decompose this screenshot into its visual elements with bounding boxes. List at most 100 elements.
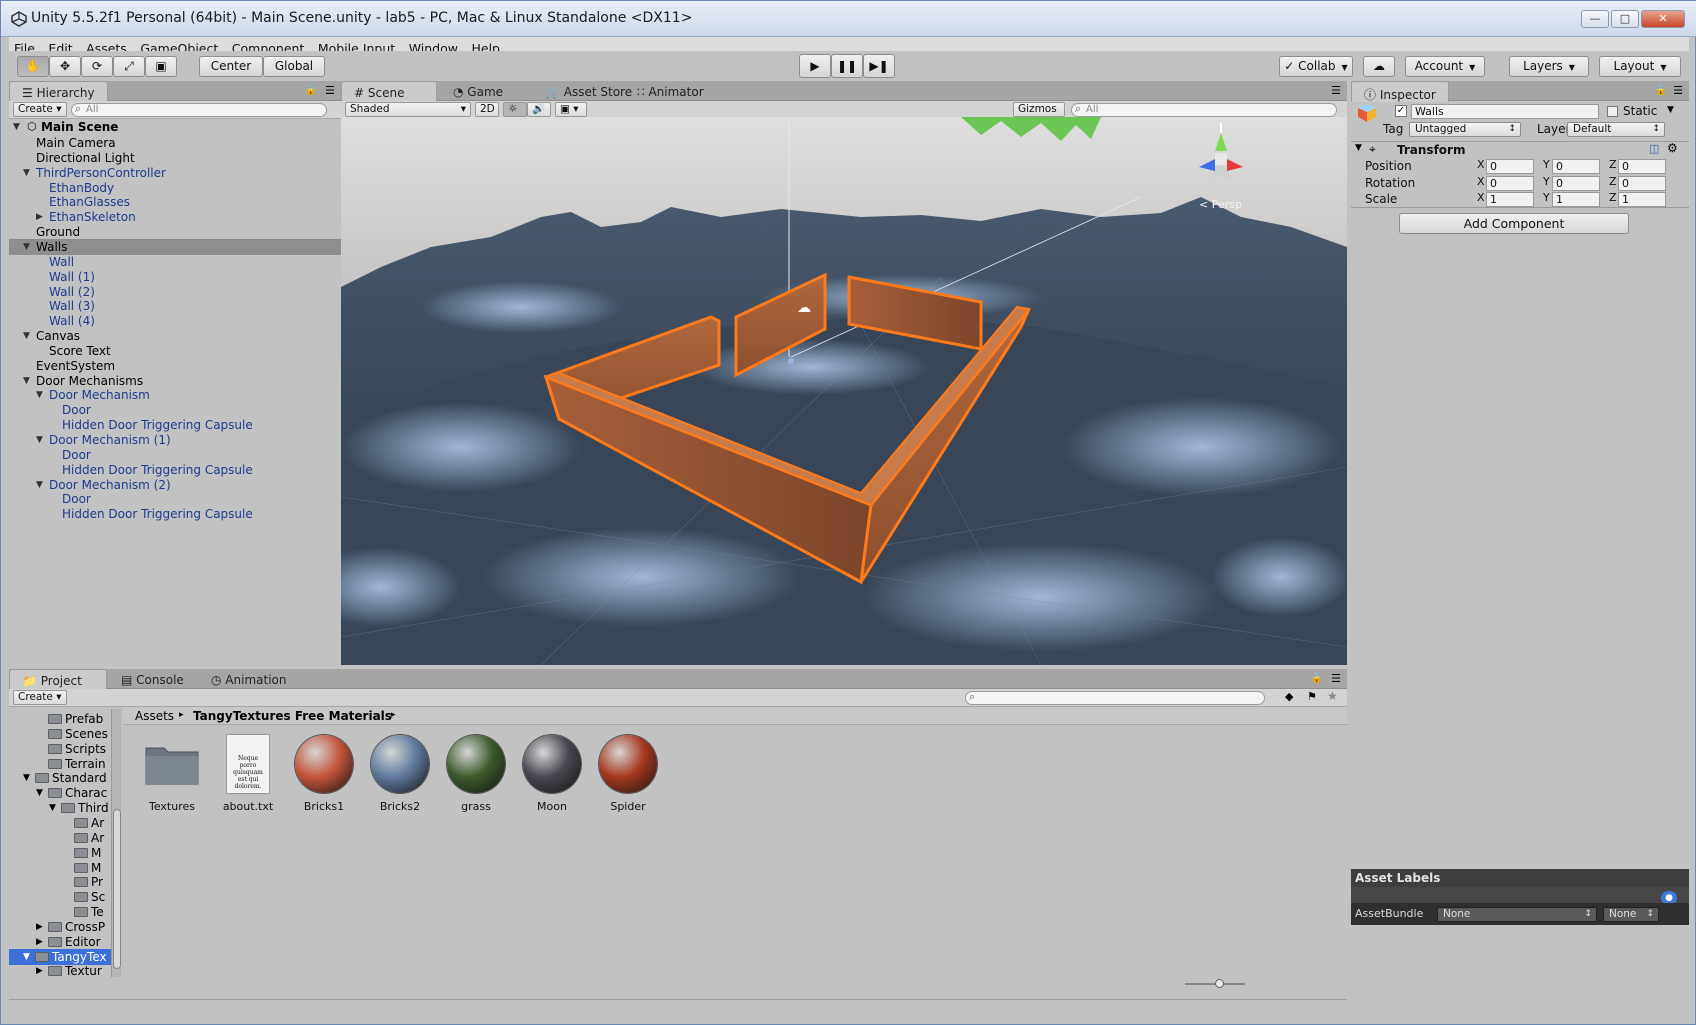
hierarchy-item[interactable]: Score Text (9, 343, 341, 359)
zoom-slider-handle[interactable] (1215, 979, 1224, 988)
collapse-arrow-icon[interactable]: ▶ (36, 963, 43, 979)
layers-dropdown[interactable]: Layers ▼ (1509, 56, 1589, 77)
asset-item[interactable]: Bricks2 (365, 734, 435, 813)
hierarchy-item[interactable]: Main Camera (9, 135, 341, 151)
project-tree-item[interactable]: ▼ Charac (9, 785, 111, 801)
transform-x-field[interactable]: 0 (1486, 159, 1534, 174)
transform-x-field[interactable]: 1 (1486, 192, 1534, 207)
asset-item[interactable]: Neque porro quisquam est qui dolorem. abo… (213, 734, 283, 813)
tag-dropdown[interactable]: Untagged (1409, 122, 1521, 137)
transform-y-field[interactable]: 1 (1552, 192, 1600, 207)
project-tree-item[interactable]: ▼ TangyTex (9, 948, 111, 965)
hierarchy-item[interactable]: ▼ Door Mechanisms (9, 373, 341, 389)
transform-z-field[interactable]: 0 (1618, 175, 1666, 191)
layer-dropdown[interactable]: Default (1567, 122, 1665, 137)
transform-y-field[interactable]: 0 (1552, 175, 1600, 191)
hierarchy-item[interactable]: Door (9, 491, 341, 507)
component-collapse-arrow-icon[interactable]: ▼ (1355, 143, 1362, 153)
expand-arrow-icon[interactable]: ▼ (23, 373, 30, 389)
hierarchy-item[interactable]: EventSystem (9, 358, 341, 374)
audio-toggle[interactable]: 🔊 (527, 102, 551, 117)
hierarchy-item[interactable]: Wall (2) (9, 284, 341, 300)
filter-by-type-icon[interactable]: ◆ (1285, 690, 1293, 703)
tab-animator[interactable]: ∷ Animator (625, 81, 716, 102)
lighting-toggle[interactable]: ☼ (503, 102, 527, 117)
project-tree-item[interactable]: Te (9, 904, 111, 920)
project-tree-item[interactable]: ▶ CrossP (9, 919, 111, 935)
pause-button[interactable]: ❚❚ (831, 54, 863, 78)
zoom-slider[interactable] (1185, 979, 1245, 988)
filter-by-label-icon[interactable]: ⚑ (1307, 690, 1317, 703)
asset-item[interactable]: Bricks1 (289, 734, 359, 813)
hierarchy-item[interactable]: ▼ Door Mechanism (1) (9, 432, 341, 448)
expand-arrow-icon[interactable]: ▼ (23, 949, 30, 965)
asset-item[interactable]: grass (441, 734, 511, 813)
project-tree-item[interactable]: Ar (9, 830, 111, 846)
effects-dropdown[interactable]: ▣ ▾ (555, 102, 587, 117)
asset-item[interactable]: Textures (137, 734, 207, 813)
hierarchy-item[interactable]: ▼ ThirdPersonController (9, 165, 341, 181)
transform-z-field[interactable]: 1 (1618, 192, 1666, 207)
hierarchy-item[interactable]: Wall (3) (9, 298, 341, 314)
transform-x-field[interactable]: 0 (1486, 175, 1534, 191)
collapse-arrow-icon[interactable]: ▶ (36, 209, 43, 225)
static-checkbox[interactable] (1607, 106, 1618, 117)
move-tool-button[interactable]: ✥ (49, 56, 81, 77)
hand-tool-button[interactable]: ✋ (17, 56, 49, 77)
expand-arrow-icon[interactable]: ▼ (36, 785, 43, 801)
project-tree-item[interactable]: Prefab (9, 711, 111, 727)
breadcrumb-current-folder[interactable]: TangyTextures Free Materials (193, 709, 392, 723)
tab-inspector[interactable]: ⓘ Inspector (1351, 81, 1449, 102)
hierarchy-item[interactable]: Wall (9, 254, 341, 270)
panel-menu-icon[interactable]: ☰ (1673, 84, 1683, 97)
tree-scrollbar-thumb[interactable] (113, 809, 121, 969)
hierarchy-item[interactable]: Wall (1) (9, 269, 341, 285)
expand-arrow-icon[interactable]: ▼ (13, 119, 20, 135)
transform-y-field[interactable]: 0 (1552, 159, 1600, 174)
tab-scene[interactable]: # Scene (341, 81, 437, 102)
hierarchy-item[interactable]: Door (9, 447, 341, 463)
scene-search-input[interactable]: All (1071, 103, 1337, 117)
help-book-icon[interactable]: ◫ (1649, 142, 1659, 155)
hierarchy-item[interactable]: ▼ Walls (9, 238, 341, 255)
hierarchy-item[interactable]: Hidden Door Triggering Capsule (9, 462, 341, 478)
breadcrumb-assets[interactable]: Assets (135, 709, 174, 723)
project-create-button[interactable]: Create ▾ (13, 690, 67, 705)
tab-console[interactable]: ▤ Console (109, 669, 196, 690)
expand-arrow-icon[interactable]: ▼ (23, 328, 30, 344)
asset-variant-dropdown[interactable]: None (1603, 907, 1659, 922)
tab-game[interactable]: ◔ Game (441, 81, 515, 102)
static-dropdown-arrow-icon[interactable]: ▼ (1667, 105, 1674, 115)
shading-mode-dropdown[interactable]: Shaded ▾ (345, 102, 471, 117)
cloud-button[interactable]: ☁ (1363, 56, 1395, 77)
project-tree-item[interactable]: M (9, 860, 111, 876)
panel-menu-icon[interactable]: ☰ (1331, 84, 1341, 97)
transform-z-field[interactable]: 0 (1618, 159, 1666, 174)
rect-tool-button[interactable]: ▣ (145, 56, 177, 77)
tab-animation[interactable]: ◷ Animation (199, 669, 298, 690)
lock-icon[interactable]: 🔒 (305, 85, 317, 96)
space-global-toggle[interactable]: Global (263, 56, 325, 77)
gameobject-name-input[interactable]: Walls (1411, 104, 1599, 119)
lock-icon[interactable]: 🔒 (1655, 85, 1667, 96)
hierarchy-item[interactable]: ▼ Door Mechanism (2) (9, 477, 341, 493)
expand-arrow-icon[interactable]: ▼ (23, 239, 30, 255)
project-tree-item[interactable]: Scripts (9, 741, 111, 757)
tab-hierarchy[interactable]: ☰ Hierarchy (9, 81, 108, 102)
tab-project[interactable]: 📁 Project (9, 669, 107, 690)
perspective-label[interactable]: < Persp (1199, 198, 1242, 211)
account-dropdown[interactable]: Account ▼ (1405, 56, 1485, 77)
scale-tool-button[interactable]: ⤢ (113, 56, 145, 77)
project-tree-item[interactable]: Ar (9, 815, 111, 831)
close-button[interactable]: ✕ (1641, 10, 1685, 28)
lock-icon[interactable]: 🔒 (1311, 673, 1323, 684)
gizmos-dropdown[interactable]: Gizmos ▾ (1013, 102, 1065, 128)
play-button[interactable]: ▶ (799, 54, 831, 78)
hierarchy-item[interactable]: EthanBody (9, 180, 341, 196)
hierarchy-create-button[interactable]: Create ▾ (13, 102, 67, 117)
project-tree-item[interactable]: ▶ Textur (9, 963, 111, 979)
maximize-button[interactable]: □ (1611, 10, 1639, 28)
collab-dropdown[interactable]: ✓ Collab ▼ (1279, 56, 1353, 77)
asset-item[interactable]: Spider (593, 734, 663, 813)
layout-dropdown[interactable]: Layout ▼ (1599, 56, 1681, 77)
